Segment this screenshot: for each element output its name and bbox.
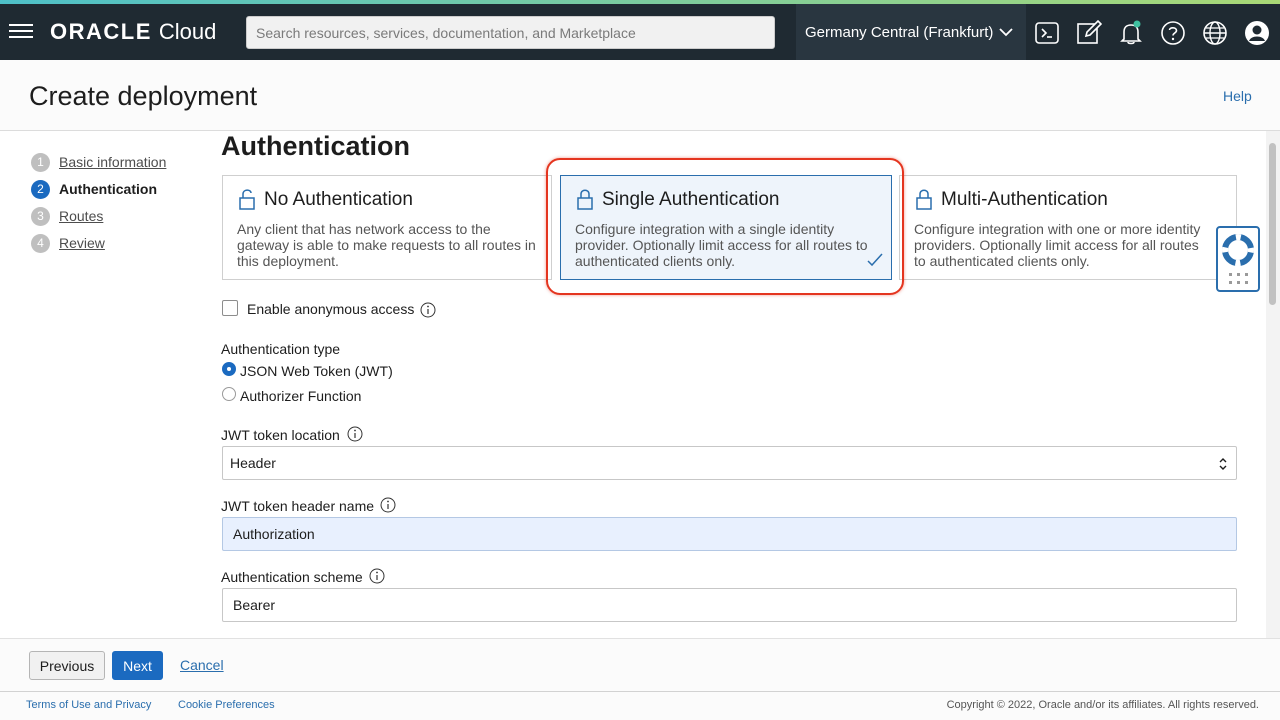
vertical-scrollbar[interactable] (1266, 131, 1280, 638)
step-label: Routes (59, 208, 104, 224)
token-location-select[interactable]: Header (222, 446, 1237, 480)
logo-brand: ORACLE (50, 19, 152, 44)
user-icon[interactable] (1244, 20, 1270, 46)
step-number: 3 (31, 206, 50, 226)
card-description: Configure integration with a single iden… (575, 221, 868, 269)
jwt-radio[interactable] (222, 362, 236, 376)
step-label: Basic information (59, 154, 167, 170)
chevron-down-icon (999, 27, 1014, 36)
search-input[interactable] (246, 16, 775, 49)
token-location-value: Header (230, 455, 276, 471)
support-widget[interactable] (1216, 226, 1260, 292)
cookie-preferences-link[interactable]: Cookie Preferences (178, 699, 275, 711)
auth-scheme-label: Authentication scheme (221, 569, 363, 585)
authorizer-option-label: Authorizer Function (240, 388, 362, 404)
auth-type-label: Authentication type (221, 341, 341, 357)
authorizer-function-radio[interactable] (222, 387, 236, 401)
cloud-shell-icon[interactable] (1034, 20, 1060, 46)
card-title: Single Authentication (602, 189, 780, 210)
scrollbar-thumb[interactable] (1269, 143, 1276, 305)
section-title: Authentication (221, 131, 410, 161)
step-number: 2 (31, 179, 50, 199)
anonymous-access-label: Enable anonymous access (247, 301, 415, 317)
terms-link[interactable]: Terms of Use and Privacy (26, 699, 151, 711)
region-label: Germany Central (Frankfurt) (805, 23, 994, 41)
card-title: No Authentication (264, 189, 413, 210)
info-icon[interactable] (369, 568, 385, 584)
step-label: Authentication (59, 181, 157, 197)
step-review[interactable]: 4 Review (31, 233, 105, 253)
grid-icon (1229, 273, 1248, 284)
menu-icon[interactable] (9, 22, 33, 40)
checkmark-icon (867, 253, 883, 267)
step-label: Review (59, 235, 105, 251)
card-description: Any client that has network access to th… (237, 221, 536, 269)
info-icon[interactable] (347, 426, 363, 442)
info-icon[interactable] (380, 497, 396, 513)
header-name-label: JWT token header name (221, 498, 375, 514)
help-icon[interactable] (1160, 20, 1186, 46)
step-authentication[interactable]: 2 Authentication (31, 179, 157, 199)
logo-product: Cloud (158, 19, 217, 44)
bell-icon[interactable] (1118, 20, 1144, 46)
oracle-cloud-logo[interactable]: ORACLE Cloud (50, 19, 216, 45)
no-authentication-card[interactable]: No Authentication Any client that has ne… (222, 175, 552, 280)
globe-icon[interactable] (1202, 20, 1228, 46)
lifebuoy-icon (1222, 234, 1254, 266)
select-arrows-icon (1219, 458, 1227, 470)
lock-icon (916, 189, 932, 210)
unlock-icon (239, 189, 255, 210)
single-authentication-card[interactable]: Single Authentication Configure integrat… (560, 175, 892, 280)
step-number: 1 (31, 152, 50, 172)
page-title: Create deployment (29, 81, 258, 111)
multi-authentication-card[interactable]: Multi-Authentication Configure integrati… (899, 175, 1237, 280)
next-button[interactable]: Next (112, 651, 163, 680)
header-name-input[interactable] (222, 517, 1237, 551)
anonymous-access-checkbox[interactable] (222, 300, 238, 316)
card-title: Multi-Authentication (941, 189, 1108, 210)
step-basic-information[interactable]: 1 Basic information (31, 152, 166, 172)
token-location-label: JWT token location (221, 427, 340, 443)
jwt-option-label: JSON Web Token (JWT) (240, 363, 393, 379)
copyright-text: Copyright © 2022, Oracle and/or its affi… (946, 699, 1259, 711)
edit-icon[interactable] (1076, 19, 1103, 46)
step-number: 4 (31, 233, 50, 253)
cancel-link[interactable]: Cancel (180, 657, 224, 673)
region-selector[interactable]: Germany Central (Frankfurt) (796, 4, 1026, 60)
previous-button[interactable]: Previous (29, 651, 105, 680)
top-navigation-bar: ORACLE Cloud Germany Central (Frankfurt) (0, 0, 1280, 60)
info-icon[interactable] (420, 302, 436, 318)
help-link[interactable]: Help (1223, 88, 1252, 104)
lock-icon (577, 189, 593, 210)
step-routes[interactable]: 3 Routes (31, 206, 103, 226)
auth-scheme-input[interactable] (222, 588, 1237, 622)
brand-gradient-stripe (0, 0, 1280, 4)
card-description: Configure integration with one or more i… (914, 221, 1201, 269)
